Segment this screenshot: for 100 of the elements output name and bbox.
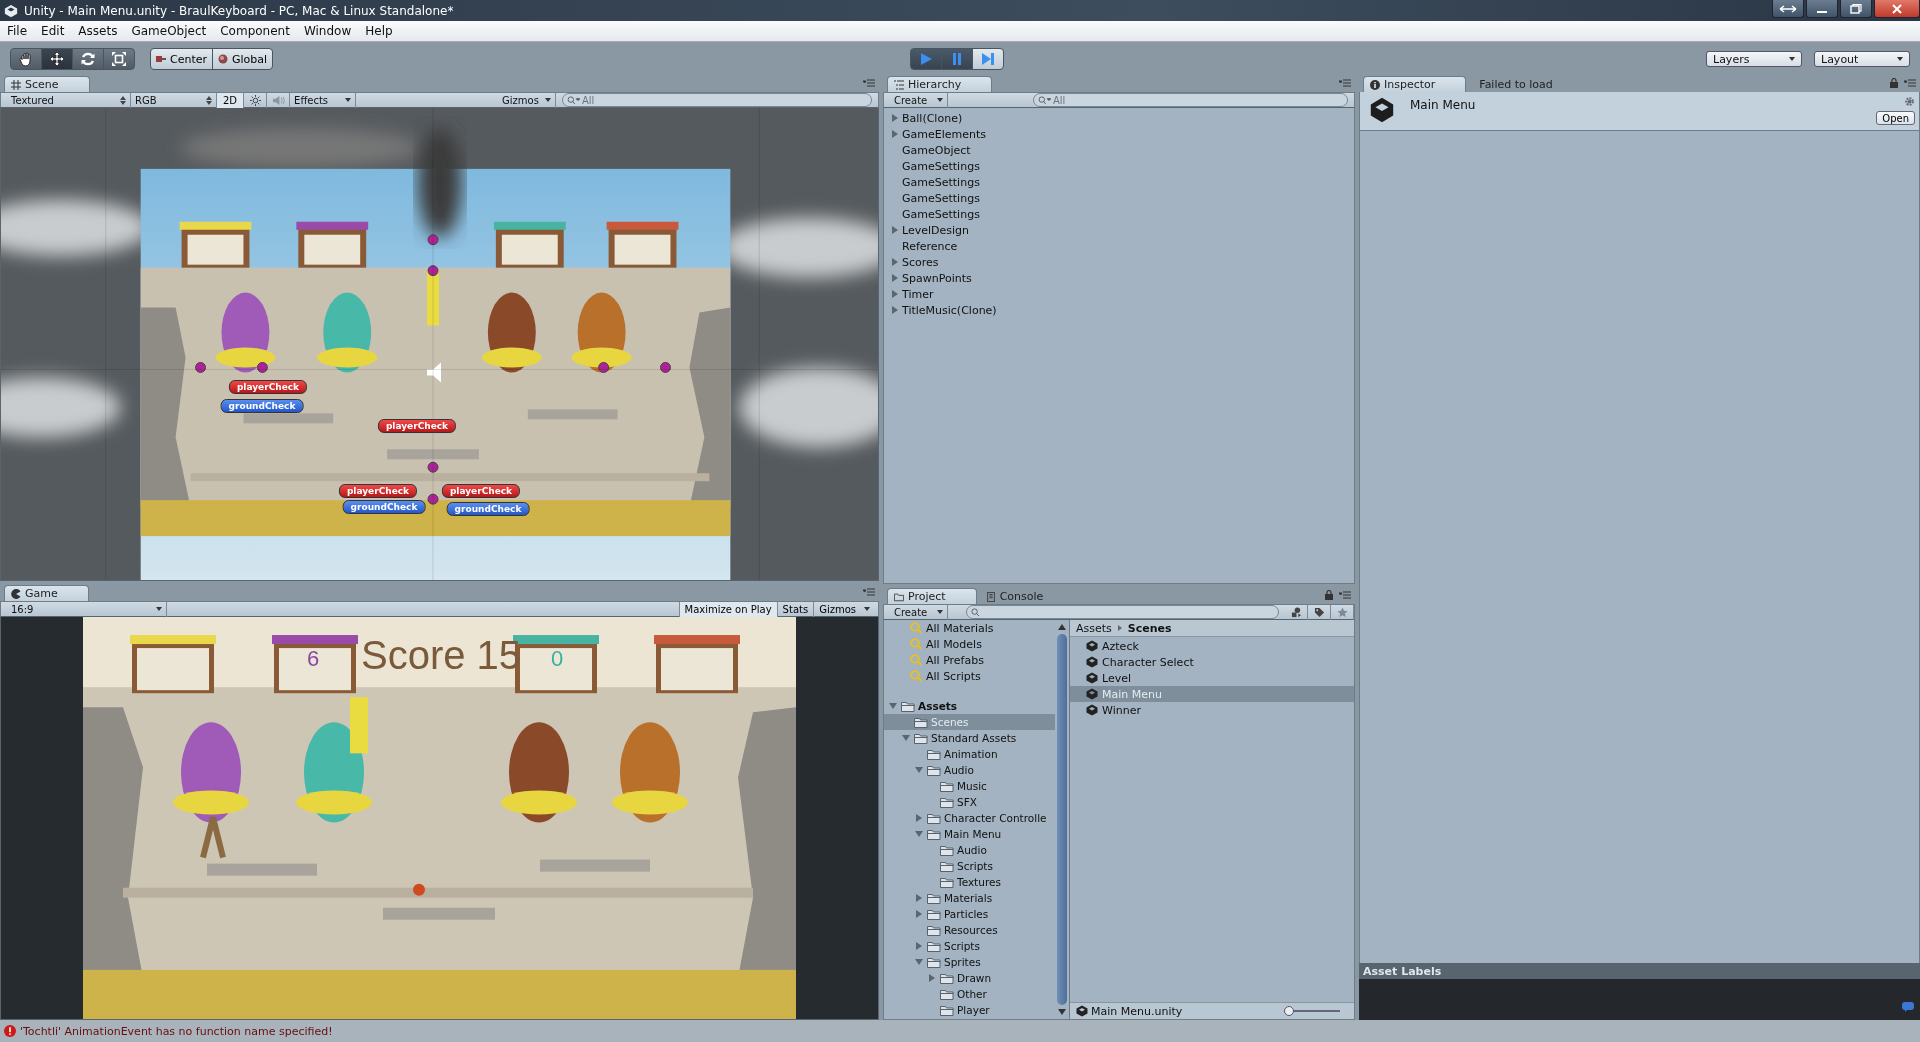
menu-item[interactable]: GameObject — [124, 24, 214, 38]
favorite-item[interactable]: All Scripts — [926, 669, 981, 683]
menu-item[interactable]: Window — [296, 24, 359, 38]
icon-size-slider-thumb[interactable] — [1284, 1006, 1294, 1016]
menu-item[interactable]: Assets — [71, 24, 125, 38]
folder-tree-row[interactable]: Main Menu — [884, 826, 1055, 842]
search-field[interactable] — [966, 605, 1279, 619]
scroll-thumb[interactable] — [1057, 634, 1067, 1005]
hierarchy-item[interactable]: Timer — [902, 287, 934, 301]
pause-button[interactable] — [941, 48, 973, 70]
dropdown-arrow-icon[interactable] — [864, 607, 870, 611]
hierarchy-item[interactable]: Reference — [902, 239, 958, 253]
gizmos-dropdown[interactable]: Gizmos — [498, 92, 556, 108]
2d-mode-button[interactable]: 2D — [217, 92, 245, 108]
settings-icon[interactable] — [1904, 96, 1915, 107]
close-button[interactable] — [1874, 0, 1920, 18]
create-dropdown[interactable]: Create — [890, 604, 948, 620]
folder-tree-row[interactable]: Resources — [884, 922, 1055, 938]
hierarchy-item[interactable]: GameElements — [902, 127, 987, 141]
folder-tree-row[interactable]: Character Controlle — [884, 810, 1055, 826]
folder-tree-row[interactable]: Music — [884, 778, 1055, 794]
breadcrumb-link[interactable]: Scenes — [1127, 621, 1172, 635]
folder-tree-row[interactable]: Standard Assets — [884, 730, 1055, 746]
global-toggle-button[interactable]: Global — [212, 48, 274, 70]
resize-button[interactable] — [1772, 0, 1804, 18]
scale-tool-button[interactable] — [103, 48, 135, 70]
hierarchy-item[interactable]: GameSettings — [902, 159, 980, 173]
game-view-toggle[interactable]: Gizmos — [813, 601, 861, 617]
lock-icon[interactable] — [1325, 590, 1333, 600]
panel-menu-icon[interactable] — [1339, 79, 1351, 87]
expand-arrow-icon[interactable] — [892, 226, 898, 234]
favorite-item[interactable]: All Models — [926, 637, 982, 651]
menu-item[interactable]: Edit — [34, 24, 72, 38]
expand-arrow-icon[interactable] — [892, 258, 898, 266]
layout-dropdown[interactable]: Layout — [1814, 51, 1910, 67]
folder-tree-row[interactable]: Animation — [884, 746, 1055, 762]
panel-tab[interactable]: Failed to load — [1468, 76, 1584, 92]
folder-tree-row[interactable]: Player — [884, 1002, 1055, 1018]
menu-item[interactable]: Component — [213, 24, 297, 38]
panel-menu-icon[interactable] — [863, 79, 875, 87]
folder-tree-row[interactable]: Materials — [884, 890, 1055, 906]
breadcrumb-link[interactable]: Assets — [1076, 621, 1112, 635]
folder-tree-row[interactable]: Scripts — [884, 938, 1055, 954]
folder-tree-row[interactable]: SFX — [884, 794, 1055, 810]
hierarchy-tab[interactable]: Hierarchy — [887, 76, 993, 92]
folder-tree-row[interactable]: Scripts — [884, 858, 1055, 874]
panel-menu-icon[interactable] — [1339, 591, 1351, 599]
folder-tree-row[interactable]: Particles — [884, 906, 1055, 922]
hand-tool-button[interactable] — [10, 48, 42, 70]
scene-file-row[interactable]: Level — [1070, 670, 1354, 686]
hierarchy-item[interactable]: GameSettings — [902, 207, 980, 221]
scene-file-row[interactable]: Winner — [1070, 702, 1354, 718]
create-dropdown[interactable]: Create — [890, 92, 948, 108]
folder-tree-row[interactable]: Audio — [884, 762, 1055, 778]
panel-tab[interactable]: Console — [978, 588, 1075, 604]
scene-file-row[interactable]: Azteck — [1070, 638, 1354, 654]
layers-dropdown[interactable]: Layers — [1706, 51, 1802, 67]
hierarchy-item[interactable]: Ball(Clone) — [902, 111, 963, 125]
panel-menu-icon[interactable] — [863, 588, 875, 596]
panel-tab[interactable]: Inspector — [1363, 76, 1467, 92]
scene-file-row[interactable]: Character Select — [1070, 654, 1354, 670]
aspect-dropdown[interactable]: 16:9 — [7, 601, 167, 617]
maximize-button[interactable] — [1840, 0, 1872, 18]
hierarchy-item[interactable]: GameSettings — [902, 175, 980, 189]
panel-menu-icon[interactable] — [1904, 79, 1916, 87]
move-tool-button[interactable] — [41, 48, 73, 70]
folder-tree-row[interactable]: Textures — [884, 874, 1055, 890]
open-button[interactable]: Open — [1876, 111, 1915, 125]
game-view-toggle[interactable]: Maximize on Play — [678, 601, 777, 617]
lock-icon[interactable] — [1890, 78, 1898, 88]
folder-tree-row[interactable]: Other — [884, 986, 1055, 1002]
hierarchy-item[interactable]: GameObject — [902, 143, 971, 157]
scene-tab[interactable]: Scene — [4, 76, 90, 92]
favorite-item[interactable]: All Materials — [926, 621, 994, 635]
folder-tree-row[interactable]: Audio — [884, 842, 1055, 858]
game-tab[interactable]: Game — [4, 585, 89, 601]
favorite-item[interactable]: All Prefabs — [926, 653, 984, 667]
game-view-toggle[interactable]: Stats — [776, 601, 814, 617]
chat-bubble-icon[interactable] — [1902, 1002, 1914, 1012]
play-button[interactable] — [910, 48, 942, 70]
menu-item[interactable]: File — [0, 24, 35, 38]
hierarchy-item[interactable]: LevelDesign — [902, 223, 969, 237]
menu-item[interactable]: Help — [358, 24, 400, 38]
pivot-toggle-button[interactable]: Center — [150, 48, 214, 70]
shading-mode-dropdown[interactable]: Textured — [7, 92, 131, 108]
minimize-button[interactable] — [1806, 0, 1838, 18]
folder-tree-row[interactable]: Drawn — [884, 970, 1055, 986]
folder-tree-row[interactable]: Sprites — [884, 954, 1055, 970]
rotate-tool-button[interactable] — [72, 48, 104, 70]
hierarchy-item[interactable]: GameSettings — [902, 191, 980, 205]
expand-arrow-icon[interactable] — [892, 306, 898, 314]
hierarchy-item[interactable]: SpawnPoints — [902, 271, 972, 285]
step-button[interactable] — [972, 48, 1004, 70]
hierarchy-item[interactable]: Scores — [902, 255, 939, 269]
hierarchy-item[interactable]: TitleMusic(Clone) — [902, 303, 997, 317]
expand-arrow-icon[interactable] — [892, 130, 898, 138]
expand-arrow-icon[interactable] — [892, 290, 898, 298]
expand-arrow-icon[interactable] — [892, 114, 898, 122]
effects-dropdown[interactable]: Effects — [290, 92, 357, 108]
expand-arrow-icon[interactable] — [892, 274, 898, 282]
